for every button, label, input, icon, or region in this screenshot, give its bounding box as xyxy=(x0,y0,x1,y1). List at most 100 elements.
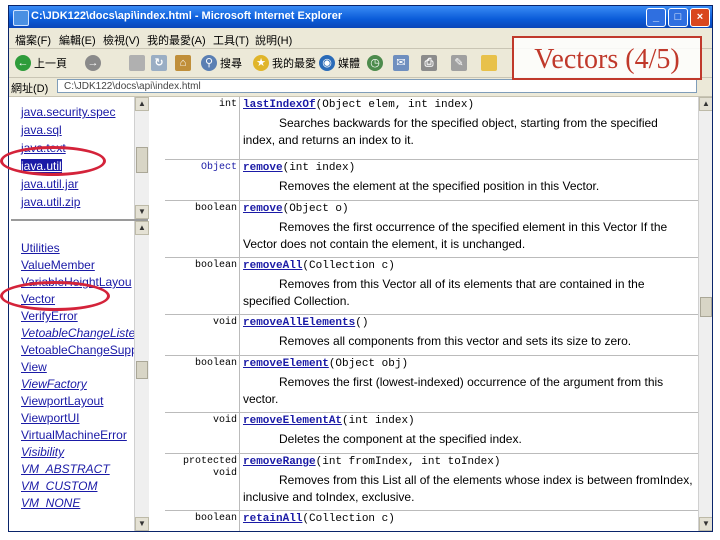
class-link[interactable]: VM_NONE xyxy=(21,496,80,510)
method-link[interactable]: remove xyxy=(243,203,283,215)
favorites-button[interactable]: ★ 我的最愛 xyxy=(253,53,316,73)
forward-arrow-icon: → xyxy=(85,55,101,71)
menu-help[interactable]: 說明(H) xyxy=(255,32,292,48)
package-link[interactable]: java.util.zip xyxy=(21,195,80,209)
scroll-down-icon[interactable]: ▼ xyxy=(135,517,149,531)
menu-tools[interactable]: 工具(T) xyxy=(213,32,249,48)
method-description: Removes from this List all of the elemen… xyxy=(243,473,693,504)
method-signature: removeElementAt(int index) xyxy=(243,415,415,427)
stop-button[interactable] xyxy=(129,53,145,73)
scroll-down-icon[interactable]: ▼ xyxy=(699,517,712,531)
search-button[interactable]: ⚲ 搜尋 xyxy=(201,53,242,73)
method-params: (Object obj) xyxy=(328,358,409,370)
return-type: void xyxy=(212,317,237,328)
class-link[interactable]: Visibility xyxy=(21,445,64,459)
class-list-scrollbar[interactable]: ▲ ▼ xyxy=(134,221,149,531)
window-title: C:\JDK122\docs\api\index.html - Microsof… xyxy=(31,10,343,22)
class-link[interactable]: VirtualMachineError xyxy=(21,428,127,442)
method-signature: remove(int index) xyxy=(243,162,355,174)
scroll-thumb[interactable] xyxy=(700,297,712,317)
detail-scrollbar[interactable]: ▲ ▼ xyxy=(698,97,712,531)
class-link[interactable]: VM_ABSTRACT xyxy=(21,462,110,476)
page-content: java.security.spec java.sql java.text ja… xyxy=(9,97,712,531)
address-label: 網址(D) xyxy=(11,83,49,95)
scroll-thumb[interactable] xyxy=(136,147,148,173)
method-params: (Object o) xyxy=(282,203,349,215)
method-link[interactable]: retainAll xyxy=(243,513,302,525)
method-link[interactable]: removeAll xyxy=(243,260,302,272)
highlight-vector-oval xyxy=(0,281,110,311)
class-link[interactable]: VerifyError xyxy=(21,309,78,323)
method-signature: removeRange(int fromIndex, int toIndex) xyxy=(243,456,500,468)
class-link[interactable]: Utilities xyxy=(21,241,60,255)
method-row: Object remove(int index) Removes the ele… xyxy=(165,160,698,201)
method-signature: remove(Object o) xyxy=(243,203,349,215)
class-link[interactable]: ValueMember xyxy=(21,258,95,272)
minimize-button[interactable]: _ xyxy=(646,8,666,27)
close-button[interactable]: × xyxy=(690,8,710,27)
package-link[interactable]: java.util.jar xyxy=(21,177,78,191)
return-type: protected void xyxy=(182,456,237,479)
package-link[interactable]: java.sql xyxy=(21,123,62,137)
scroll-up-icon[interactable]: ▲ xyxy=(135,97,149,111)
package-list-scrollbar[interactable]: ▲ ▼ xyxy=(134,97,149,219)
media-button[interactable]: ◉ 媒體 xyxy=(319,53,360,73)
home-button[interactable]: ⌂ xyxy=(175,53,191,73)
forward-button[interactable]: → xyxy=(85,53,101,73)
slide-title: Vectors (4/5) xyxy=(512,36,702,80)
return-type: boolean xyxy=(194,513,237,524)
method-link[interactable]: lastIndexOf xyxy=(243,99,316,111)
method-params: (int index) xyxy=(342,415,415,427)
scroll-up-icon[interactable]: ▲ xyxy=(135,221,149,235)
media-label: 媒體 xyxy=(338,58,360,70)
method-link[interactable]: removeAllElements xyxy=(243,317,355,329)
method-row: boolean retainAll(Collection c) xyxy=(165,511,698,531)
method-params: (Object elem, int index) xyxy=(315,99,475,111)
mail-button[interactable]: ✉ xyxy=(393,53,409,73)
folder-button[interactable] xyxy=(481,53,497,73)
class-link[interactable]: View xyxy=(21,360,47,374)
scroll-down-icon[interactable]: ▼ xyxy=(135,205,149,219)
method-description: Removes the first occurrence of the spec… xyxy=(243,220,668,251)
menu-edit[interactable]: 編輯(E) xyxy=(59,32,96,48)
method-row: int lastIndexOf(Object elem, int index) … xyxy=(165,97,698,160)
method-link[interactable]: removeRange xyxy=(243,456,316,468)
class-link[interactable]: ViewportLayout xyxy=(21,394,104,408)
highlight-java-util-oval xyxy=(0,146,106,176)
package-link[interactable]: java.security.spec xyxy=(21,105,115,119)
history-button[interactable]: ◷ xyxy=(367,53,383,73)
menu-favorites[interactable]: 我的最愛(A) xyxy=(147,32,206,48)
scroll-thumb[interactable] xyxy=(136,361,148,379)
method-description: Removes the element at the specified pos… xyxy=(279,179,600,193)
method-params: () xyxy=(355,317,369,329)
star-icon: ★ xyxy=(253,55,269,71)
browser-window: C:\JDK122\docs\api\index.html - Microsof… xyxy=(8,5,713,532)
class-link[interactable]: ViewportUI xyxy=(21,411,79,425)
back-arrow-icon: ← xyxy=(15,55,31,71)
back-button[interactable]: ← 上一頁 xyxy=(15,53,67,73)
edit-button[interactable]: ✎ xyxy=(451,53,467,73)
menu-file[interactable]: 檔案(F) xyxy=(15,32,51,48)
return-type[interactable]: Object xyxy=(173,162,237,174)
class-link[interactable]: VetoableChangeListe xyxy=(21,326,135,340)
method-link[interactable]: remove xyxy=(243,162,283,174)
print-icon: ⎙ xyxy=(421,55,437,71)
back-label: 上一頁 xyxy=(34,58,67,70)
search-icon: ⚲ xyxy=(201,55,217,71)
favorites-label: 我的最愛 xyxy=(272,58,316,70)
method-link[interactable]: removeElementAt xyxy=(243,415,342,427)
edit-icon: ✎ xyxy=(451,55,467,71)
menu-view[interactable]: 檢視(V) xyxy=(103,32,140,48)
print-button[interactable]: ⎙ xyxy=(421,53,437,73)
scroll-up-icon[interactable]: ▲ xyxy=(699,97,712,111)
method-link[interactable]: removeElement xyxy=(243,358,329,370)
class-link[interactable]: VetoableChangeSupp xyxy=(21,343,138,357)
refresh-button[interactable]: ↻ xyxy=(151,53,167,73)
class-link[interactable]: VM_CUSTOM xyxy=(21,479,97,493)
maximize-button[interactable]: □ xyxy=(668,8,688,27)
home-icon: ⌂ xyxy=(175,55,191,71)
class-link[interactable]: ViewFactory xyxy=(21,377,87,391)
title-bar[interactable]: C:\JDK122\docs\api\index.html - Microsof… xyxy=(9,6,712,28)
return-type: boolean xyxy=(194,203,237,214)
page-icon xyxy=(129,55,145,71)
